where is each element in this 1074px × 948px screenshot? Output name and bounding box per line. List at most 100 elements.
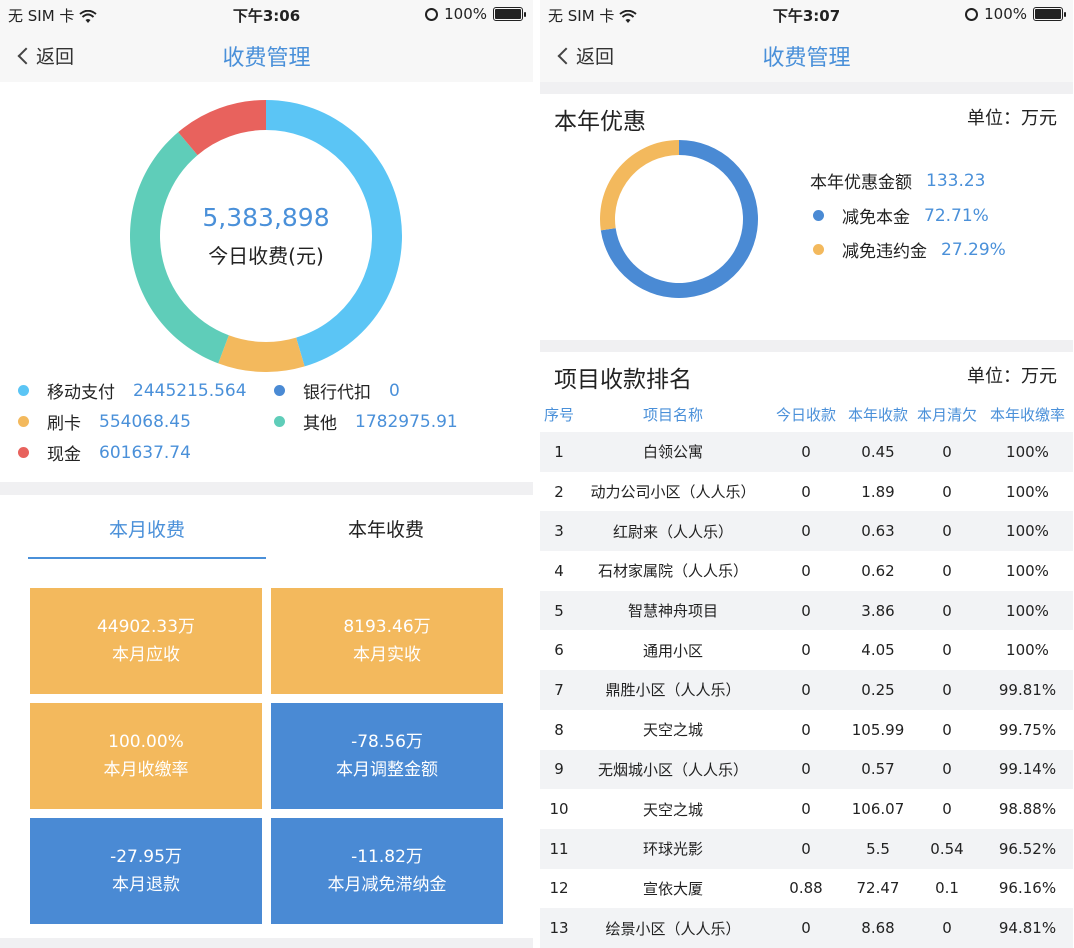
table-row[interactable]: 4 石材家属院（人人乐） 0 0.62 0 100% bbox=[540, 551, 1073, 591]
table-row[interactable]: 7 鼎胜小区（人人乐） 0 0.25 0 99.81% bbox=[540, 670, 1073, 710]
table-cell: 0 bbox=[942, 641, 952, 660]
table-cell: 0 bbox=[801, 442, 811, 461]
table-row[interactable]: 2 动力公司小区（人人乐） 0 1.89 0 100% bbox=[540, 472, 1073, 512]
legend-value: 601637.74 bbox=[99, 442, 191, 463]
legend-dot bbox=[813, 244, 824, 255]
table-row[interactable]: 9 无烟城小区（人人乐） 0 0.57 0 99.14% bbox=[540, 749, 1073, 790]
table-cell: 0.62 bbox=[861, 561, 895, 580]
legend-value: 27.29% bbox=[941, 239, 1006, 260]
bottom-divider bbox=[0, 938, 533, 948]
donut-center: 5,383,898 今日收费(元) bbox=[130, 100, 402, 372]
table-row[interactable]: 3 红尉来（人人乐） 0 0.63 0 100% bbox=[540, 511, 1073, 552]
discount-total-row: 本年优惠金额 133.23 bbox=[810, 168, 985, 194]
stat-tile[interactable]: 8193.46万 本月实收 bbox=[271, 588, 503, 694]
nav-bar: 返回 收费管理 bbox=[540, 28, 1073, 82]
battery-percent: 100% bbox=[444, 5, 487, 23]
tile-value: -11.82万 bbox=[351, 847, 423, 867]
table-cell: 1 bbox=[554, 442, 564, 461]
discount-donut-chart bbox=[600, 140, 758, 298]
tile-label: 本月应收 bbox=[112, 645, 180, 665]
tile-value: -27.95万 bbox=[110, 847, 182, 867]
table-cell: 0 bbox=[942, 522, 952, 541]
table-row[interactable]: 8 天空之城 0 105.99 0 99.75% bbox=[540, 710, 1073, 750]
tab-monthly[interactable]: 本月收费 bbox=[27, 515, 267, 542]
tile-label: 本月收缴率 bbox=[103, 760, 189, 780]
legend-item: 银行代扣 0 bbox=[274, 378, 400, 403]
table-cell: 0 bbox=[801, 561, 811, 580]
table-cell: 鼎胜小区（人人乐） bbox=[605, 681, 741, 700]
table-body: 1 白领公寓 0 0.45 0 100% 2 动力公司小区（人人乐） 0 1.89 0 100% 3 红尉… bbox=[540, 432, 1073, 948]
table-cell: 2 bbox=[554, 482, 564, 501]
legend-name: 刷卡 bbox=[47, 414, 81, 434]
table-cell: 99.14% bbox=[998, 760, 1057, 779]
table-cell: 智慧神舟项目 bbox=[627, 602, 718, 621]
table-cell: 10 bbox=[549, 800, 569, 819]
column-header: 序号 bbox=[543, 405, 574, 424]
battery-icon bbox=[1033, 7, 1066, 21]
nav-bar: 返回 收费管理 bbox=[0, 28, 533, 82]
table-cell: 0 bbox=[942, 482, 952, 501]
today-total-value: 5,383,898 bbox=[202, 203, 330, 232]
table-cell: 8.68 bbox=[861, 919, 895, 938]
table-cell: 96.52% bbox=[998, 839, 1057, 858]
table-cell: 绘景小区（人人乐） bbox=[605, 919, 741, 938]
table-cell: 3.86 bbox=[861, 601, 895, 620]
column-header: 项目名称 bbox=[642, 405, 703, 424]
legend-dot bbox=[18, 416, 29, 427]
table-cell: 4 bbox=[554, 561, 564, 580]
stat-tile[interactable]: 100.00% 本月收缴率 bbox=[30, 703, 262, 809]
ranking-section-header: 项目收款排名 单位：万元 bbox=[540, 352, 1073, 396]
table-cell: 0 bbox=[801, 522, 811, 541]
table-cell: 100% bbox=[1006, 442, 1049, 461]
tile-value: 8193.46万 bbox=[343, 617, 431, 637]
table-cell: 0 bbox=[801, 720, 811, 739]
tile-label: 本月退款 bbox=[112, 875, 180, 895]
table-cell: 0.25 bbox=[861, 680, 895, 699]
table-cell: 72.47 bbox=[856, 879, 900, 898]
legend-name: 减免违约金 bbox=[842, 242, 927, 262]
table-cell: 7 bbox=[554, 680, 564, 699]
table-row[interactable]: 12 宣依大厦 0.88 72.47 0.1 96.16% bbox=[540, 869, 1073, 909]
table-cell: 100% bbox=[1006, 601, 1049, 620]
table-row[interactable]: 6 通用小区 0 4.05 0 100% bbox=[540, 630, 1073, 670]
table-row[interactable]: 10 天空之城 0 106.07 0 98.88% bbox=[540, 789, 1073, 829]
battery-icon bbox=[493, 7, 526, 21]
legend-dot bbox=[813, 210, 824, 221]
tab-indicator bbox=[28, 557, 266, 559]
table-cell: 通用小区 bbox=[642, 641, 703, 660]
table-cell: 0.57 bbox=[861, 760, 895, 779]
table-row[interactable]: 1 白领公寓 0 0.45 0 100% bbox=[540, 432, 1073, 472]
stat-tile[interactable]: -78.56万 本月调整金额 bbox=[271, 703, 503, 809]
left-screen: 无 SIM 卡 下午3:06 100% 返回 收费管理 5,383,898 今日… bbox=[0, 0, 533, 948]
tile-value: 44902.33万 bbox=[96, 617, 196, 637]
ranking-table: 序号 项目名称 今日收款 本年收款 本月清欠 本年收缴率 1 白领公寓 0 0.45 0… bbox=[540, 396, 1073, 948]
table-row[interactable]: 11 环球光影 0 5.5 0.54 96.52% bbox=[540, 828, 1073, 869]
table-row[interactable]: 13 绘景小区（人人乐） 0 8.68 0 94.81% bbox=[540, 908, 1073, 948]
legend-value: 72.71% bbox=[924, 205, 989, 226]
legend-dot bbox=[18, 385, 29, 396]
table-cell: 3 bbox=[554, 522, 564, 541]
tile-value: -78.56万 bbox=[351, 732, 423, 752]
table-cell: 100% bbox=[1006, 522, 1049, 541]
table-header: 序号 项目名称 今日收款 本年收款 本月清欠 本年收缴率 bbox=[540, 396, 1073, 432]
table-cell: 0 bbox=[801, 760, 811, 779]
column-header: 本月清欠 bbox=[916, 405, 977, 424]
table-cell: 0.54 bbox=[930, 839, 964, 858]
table-cell: 98.88% bbox=[998, 800, 1057, 819]
table-cell: 0 bbox=[942, 442, 952, 461]
table-cell: 0 bbox=[942, 800, 952, 819]
tab-yearly[interactable]: 本年收费 bbox=[266, 515, 506, 542]
table-cell: 0 bbox=[801, 601, 811, 620]
stat-tile[interactable]: -11.82万 本月减免滞纳金 bbox=[271, 818, 503, 924]
stat-tile[interactable]: 44902.33万 本月应收 bbox=[30, 588, 262, 694]
legend-item: 现金 601637.74 bbox=[18, 440, 191, 465]
table-cell: 0 bbox=[801, 641, 811, 660]
monthly-stat-tiles: 44902.33万 本月应收 8193.46万 本月实收 100.00% 本月收… bbox=[30, 588, 503, 924]
table-row[interactable]: 5 智慧神舟项目 0 3.86 0 100% bbox=[540, 590, 1073, 631]
table-cell: 13 bbox=[549, 919, 569, 938]
table-cell: 0 bbox=[942, 760, 952, 779]
legend-name: 减免本金 bbox=[842, 208, 910, 228]
section-divider bbox=[540, 340, 1073, 352]
stat-tile[interactable]: -27.95万 本月退款 bbox=[30, 818, 262, 924]
discount-unit: 单位：万元 bbox=[967, 108, 1057, 129]
